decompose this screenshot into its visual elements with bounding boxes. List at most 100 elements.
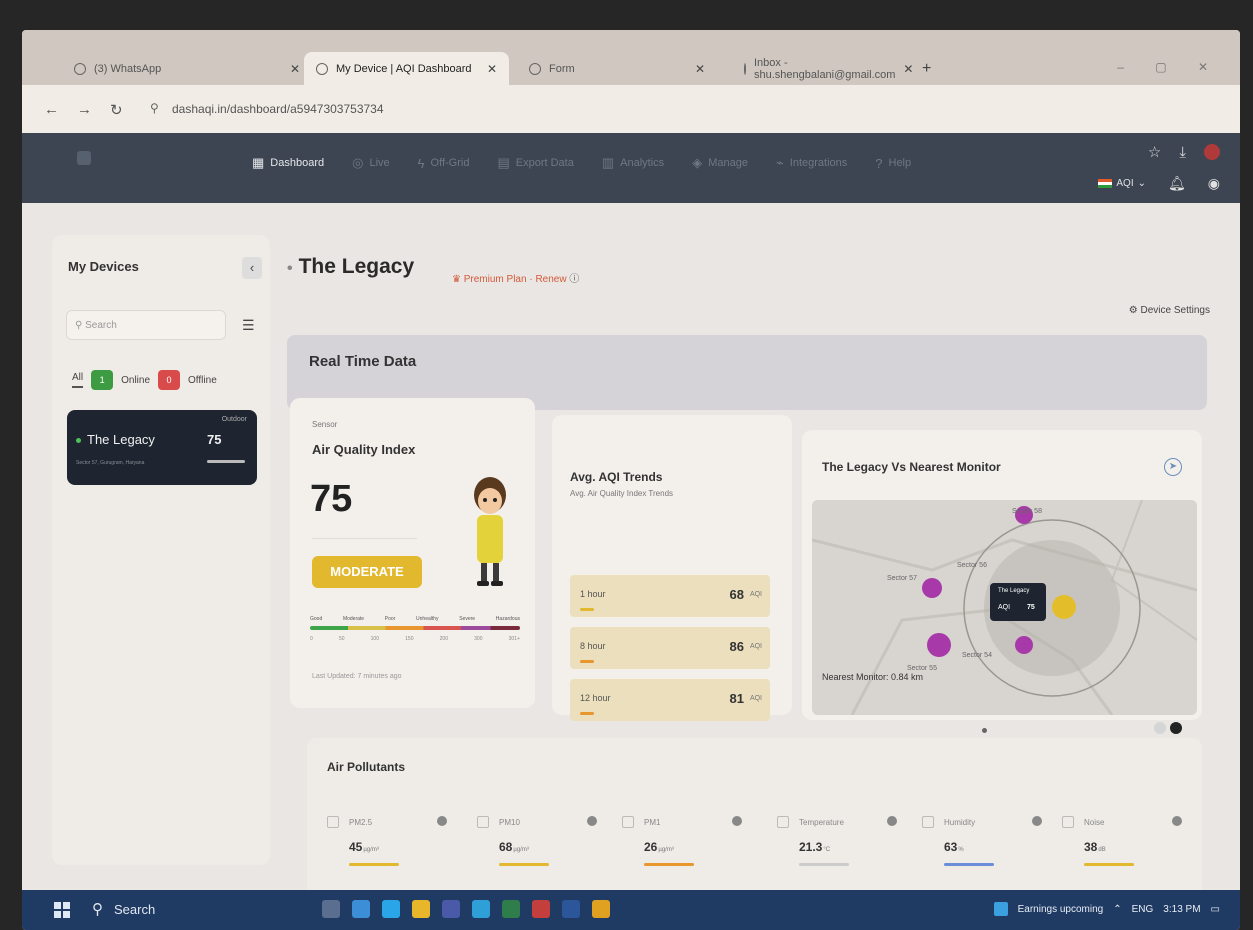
task-view-icon[interactable] xyxy=(322,900,340,918)
close-icon[interactable]: ✕ xyxy=(903,62,913,76)
india-flag-icon xyxy=(1098,179,1113,188)
gear-icon: ⚙ xyxy=(1128,305,1138,316)
url-field[interactable]: dashaqi.in/dashboard/a5947303753734 xyxy=(172,102,384,116)
taskbar-search[interactable]: Search xyxy=(114,902,155,917)
pollutant-bar xyxy=(944,863,994,866)
new-tab-button[interactable]: + xyxy=(922,60,931,78)
search-placeholder: Search xyxy=(85,320,117,331)
pollutant-pm10[interactable]: PM10 68µg/m³ xyxy=(477,816,612,888)
info-icon[interactable] xyxy=(1032,816,1042,826)
filter-offline[interactable]: Offline xyxy=(188,375,217,386)
windows-start-icon[interactable] xyxy=(54,902,70,918)
pm1-icon xyxy=(622,816,634,828)
word-icon[interactable] xyxy=(562,900,580,918)
scale-label: Good xyxy=(310,616,323,622)
app-header: ▦ Dashboard ◎ Live ϟ Off-Grid ▤ Export Data … xyxy=(22,133,1240,203)
online-count[interactable]: 1 xyxy=(91,370,114,390)
tab-inbox[interactable]: Inbox - shu.shengbalani@gmail.com ✕ xyxy=(732,52,922,86)
file-explorer-icon[interactable] xyxy=(412,900,430,918)
pm10-icon xyxy=(477,816,489,828)
store-icon[interactable] xyxy=(442,900,460,918)
download-icon[interactable]: ⤓ xyxy=(1179,144,1186,161)
powerpoint-icon[interactable] xyxy=(532,900,550,918)
tab-form[interactable]: Form ✕ xyxy=(517,52,717,86)
nav-label: Manage xyxy=(708,157,748,169)
scale-label: Moderate xyxy=(342,616,365,622)
widgets-icon[interactable] xyxy=(352,900,370,918)
pollutant-humidity[interactable]: Humidity 63% xyxy=(922,816,1057,888)
header-tools: AQI ⌄ 🔔︎ ◉ xyxy=(1098,175,1220,192)
pollutant-pm1[interactable]: PM1 26µg/m³ xyxy=(622,816,757,888)
nav-off-grid[interactable]: ϟ Off-Grid xyxy=(418,155,470,171)
pollutant-noise[interactable]: Noise 38dB xyxy=(1062,816,1197,888)
aqi-card: Sensor Air Quality Index 75 MODERATE Goo… xyxy=(290,398,535,708)
nav-label: Integrations xyxy=(789,157,848,169)
nav-export-data[interactable]: ▤ Export Data xyxy=(497,155,573,171)
user-avatar-icon[interactable]: ◉ xyxy=(1208,175,1220,192)
reload-icon[interactable]: ↻ xyxy=(110,101,123,119)
forward-arrow-icon[interactable]: → xyxy=(77,101,92,118)
window-controls[interactable]: – ▢ ✕ xyxy=(1117,60,1222,74)
trend-value: 68 xyxy=(729,587,744,602)
carousel-indicator[interactable] xyxy=(982,728,987,733)
scale-tick: 200 xyxy=(439,636,448,642)
info-icon[interactable]: ⓘ xyxy=(569,274,579,285)
outlook-icon[interactable] xyxy=(472,900,490,918)
info-icon[interactable] xyxy=(887,816,897,826)
nav-live[interactable]: ◎ Live xyxy=(352,155,390,171)
site-info-icon[interactable]: ⚲ xyxy=(150,101,159,115)
bookmark-star-icon[interactable]: ☆ xyxy=(1148,143,1161,161)
clock[interactable]: 3:13 PM xyxy=(1163,904,1200,915)
tab-whatsapp[interactable]: (3) WhatsApp ✕ xyxy=(62,52,312,86)
pollutant-pm25[interactable]: PM2.5 45µg/m³ xyxy=(327,816,462,888)
logo-icon[interactable] xyxy=(77,151,91,165)
info-icon[interactable] xyxy=(437,816,447,826)
notification-icon[interactable]: ▭ xyxy=(1211,904,1220,915)
nav-dashboard[interactable]: ▦ Dashboard xyxy=(252,155,324,171)
next-page-button[interactable] xyxy=(1170,722,1182,734)
filter-icon[interactable]: ☰ xyxy=(242,317,255,334)
tab-title: My Device | AQI Dashboard xyxy=(336,63,472,75)
collapse-sidebar-button[interactable]: ‹ xyxy=(242,257,262,279)
bell-icon[interactable]: 🔔︎ xyxy=(1168,175,1186,192)
filter-online[interactable]: Online xyxy=(121,375,150,386)
close-icon[interactable]: ✕ xyxy=(290,62,300,76)
edge-icon[interactable] xyxy=(382,900,400,918)
close-icon[interactable]: ✕ xyxy=(695,62,705,76)
device-search-input[interactable]: ⚲ Search xyxy=(66,310,226,340)
info-icon[interactable] xyxy=(1172,816,1182,826)
info-icon[interactable] xyxy=(732,816,742,826)
tray-chevron-icon[interactable]: ⌃ xyxy=(1113,904,1121,915)
news-ticker[interactable]: Earnings upcoming xyxy=(1018,904,1104,915)
map[interactable]: Sector 58 Sector 57 Sector 56 Sector 55 … xyxy=(812,500,1197,715)
navigate-icon[interactable]: ➤ xyxy=(1164,458,1182,476)
browser-profile-avatar[interactable] xyxy=(1204,144,1220,160)
prev-page-button[interactable] xyxy=(1154,722,1166,734)
nav-help[interactable]: ? Help xyxy=(875,155,911,171)
back-arrow-icon[interactable]: ← xyxy=(44,101,59,118)
pollutant-bar xyxy=(644,863,694,866)
aqi-standard-selector[interactable]: AQI ⌄ xyxy=(1098,178,1146,189)
language-indicator[interactable]: ENG xyxy=(1132,904,1154,915)
nav-manage[interactable]: ◈ Manage xyxy=(692,155,748,171)
search-icon[interactable]: ⚲ xyxy=(92,900,103,918)
last-updated: Last Updated: 7 minutes ago xyxy=(312,673,402,680)
info-icon[interactable] xyxy=(587,816,597,826)
tab-aqi-dashboard[interactable]: My Device | AQI Dashboard ✕ xyxy=(304,52,509,86)
close-icon[interactable]: ✕ xyxy=(487,62,497,76)
nav-analytics[interactable]: ▥ Analytics xyxy=(602,155,664,171)
excel-icon[interactable] xyxy=(502,900,520,918)
pollutant-value: 21.3°C xyxy=(799,840,830,854)
map-place-label: Sector 55 xyxy=(907,665,937,672)
nav-integrations[interactable]: ⌁ Integrations xyxy=(776,155,847,171)
device-card[interactable]: Outdoor The Legacy 75 Sector 57, Gurugra… xyxy=(67,410,257,485)
news-icon xyxy=(993,902,1008,916)
pollutants-title: Air Pollutants xyxy=(327,760,406,774)
offline-count[interactable]: 0 xyxy=(158,370,181,390)
renew-link[interactable]: Renew xyxy=(535,274,566,285)
filter-all[interactable]: All xyxy=(72,372,84,388)
device-settings-button[interactable]: ⚙ Device Settings xyxy=(1129,305,1210,316)
pollutant-temperature[interactable]: Temperature 21.3°C xyxy=(777,816,912,888)
aqi-category-badge: MODERATE xyxy=(312,556,422,588)
chrome-icon[interactable] xyxy=(592,900,610,918)
